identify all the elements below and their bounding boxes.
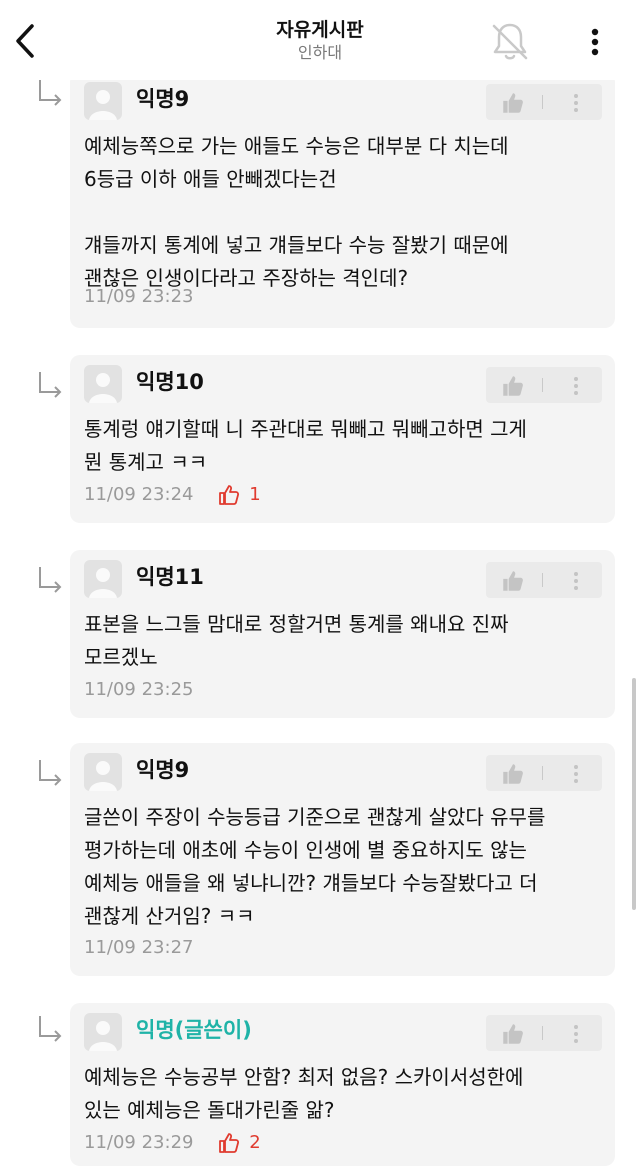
vote-count: 1 (217, 482, 261, 508)
vote-number: 2 (249, 1132, 261, 1153)
divider (542, 95, 543, 109)
comment-text: 통계렁 얘기할때 니 주관대로 뭐빼고 뭐빼고하면 그게 뭔 통계고 ㅋㅋ (84, 417, 527, 474)
more-vertical-icon[interactable] (570, 1021, 582, 1047)
comment-meta: 11/09 23:25 (84, 677, 193, 703)
board-title: 자유게시판 (276, 19, 364, 41)
thumbs-up-icon[interactable] (500, 568, 526, 594)
comment-time: 11/09 23:24 (84, 484, 194, 505)
more-vertical-icon[interactable] (580, 20, 610, 64)
default-avatar-icon (89, 568, 117, 598)
thumbs-up-icon (219, 1133, 240, 1153)
comment-actions (486, 367, 602, 403)
comment-time: 11/09 23:23 (84, 286, 194, 307)
comment-time: 11/09 23:27 (84, 937, 194, 958)
vote-number: 1 (249, 484, 261, 505)
default-avatar-icon (89, 1021, 117, 1051)
comment-text: 글쓴이 주장이 수능등급 기준으로 괜찮게 살았다 유무를 평가하는데 애초에 … (84, 805, 546, 928)
comment-actions (486, 562, 602, 598)
board-title-group: 자유게시판 인하대 (0, 18, 640, 64)
thumbs-up-icon[interactable] (500, 761, 526, 787)
comment-card: 익명11 표본을 느그들 맘대로 정할거면 통계를 왜내요 진짜 모르겠노 11… (70, 550, 615, 718)
bell-off-icon[interactable] (486, 18, 534, 66)
comment-actions (486, 84, 602, 120)
scrollbar[interactable] (632, 678, 636, 910)
comment-card: 익명10 통계렁 얘기할때 니 주관대로 뭐빼고 뭐빼고하면 그게 뭔 통계고 … (70, 355, 615, 523)
thumbs-up-icon[interactable] (500, 90, 526, 116)
divider (542, 766, 543, 780)
reply-arrow-icon (39, 567, 62, 593)
default-avatar-icon (89, 761, 117, 791)
more-vertical-icon[interactable] (570, 373, 582, 399)
avatar (84, 1013, 122, 1051)
comment-meta: 11/09 23:23 (84, 284, 193, 310)
top-nav-bar: 자유게시판 인하대 (0, 0, 640, 80)
comment-author: 익명10 (136, 370, 204, 394)
comment-card: 익명(글쓴이) 예체능은 수능공부 안함? 최저 없음? 스카이서성한에 있는 … (70, 1003, 615, 1166)
divider (542, 1026, 543, 1040)
divider (542, 378, 543, 392)
avatar (84, 753, 122, 791)
default-avatar-icon (89, 90, 117, 120)
comment-time: 11/09 23:29 (84, 1132, 194, 1153)
default-avatar-icon (89, 373, 117, 403)
school-name: 인하대 (297, 43, 343, 62)
comment-actions (486, 1015, 602, 1051)
divider (542, 573, 543, 587)
more-vertical-icon[interactable] (570, 568, 582, 594)
comment-text: 표본을 느그들 맘대로 정할거면 통계를 왜내요 진짜 모르겠노 (84, 612, 509, 669)
thumbs-up-icon (219, 485, 240, 505)
comment-author-op: 익명(글쓴이) (136, 1018, 252, 1042)
comment-meta: 11/09 23:29 2 (84, 1130, 261, 1156)
comment-text: 예체능쪽으로 가는 애들도 수능은 대부분 다 치는데 6등급 이하 애들 안빼… (84, 134, 509, 290)
more-vertical-icon[interactable] (570, 90, 582, 116)
comment-actions (486, 755, 602, 791)
reply-arrow-icon (39, 760, 62, 786)
comment-card: 익명9 예체능쪽으로 가는 애들도 수능은 대부분 다 치는데 6등급 이하 애… (70, 72, 615, 328)
reply-arrow-icon (39, 80, 62, 106)
comment-author: 익명9 (136, 87, 190, 111)
comment-author: 익명9 (136, 758, 190, 782)
comment-time: 11/09 23:25 (84, 679, 194, 700)
thumbs-up-icon[interactable] (500, 1021, 526, 1047)
comment-author: 익명11 (136, 565, 204, 589)
thumbs-up-icon[interactable] (500, 373, 526, 399)
reply-arrow-icon (39, 372, 62, 398)
comment-card: 익명9 글쓴이 주장이 수능등급 기준으로 괜찮게 살았다 유무를 평가하는데 … (70, 743, 615, 976)
comment-text: 예체능은 수능공부 안함? 최저 없음? 스카이서성한에 있는 예체능은 돌대가… (84, 1065, 524, 1122)
comment-list: 익명9 예체능쪽으로 가는 애들도 수능은 대부분 다 치는데 6등급 이하 애… (0, 0, 640, 1166)
more-vertical-icon[interactable] (570, 761, 582, 787)
avatar (84, 560, 122, 598)
reply-arrow-icon (39, 1016, 62, 1042)
vote-count: 2 (217, 1130, 261, 1156)
comment-meta: 11/09 23:27 (84, 935, 193, 961)
avatar (84, 82, 122, 120)
comment-meta: 11/09 23:24 1 (84, 482, 261, 508)
avatar (84, 365, 122, 403)
